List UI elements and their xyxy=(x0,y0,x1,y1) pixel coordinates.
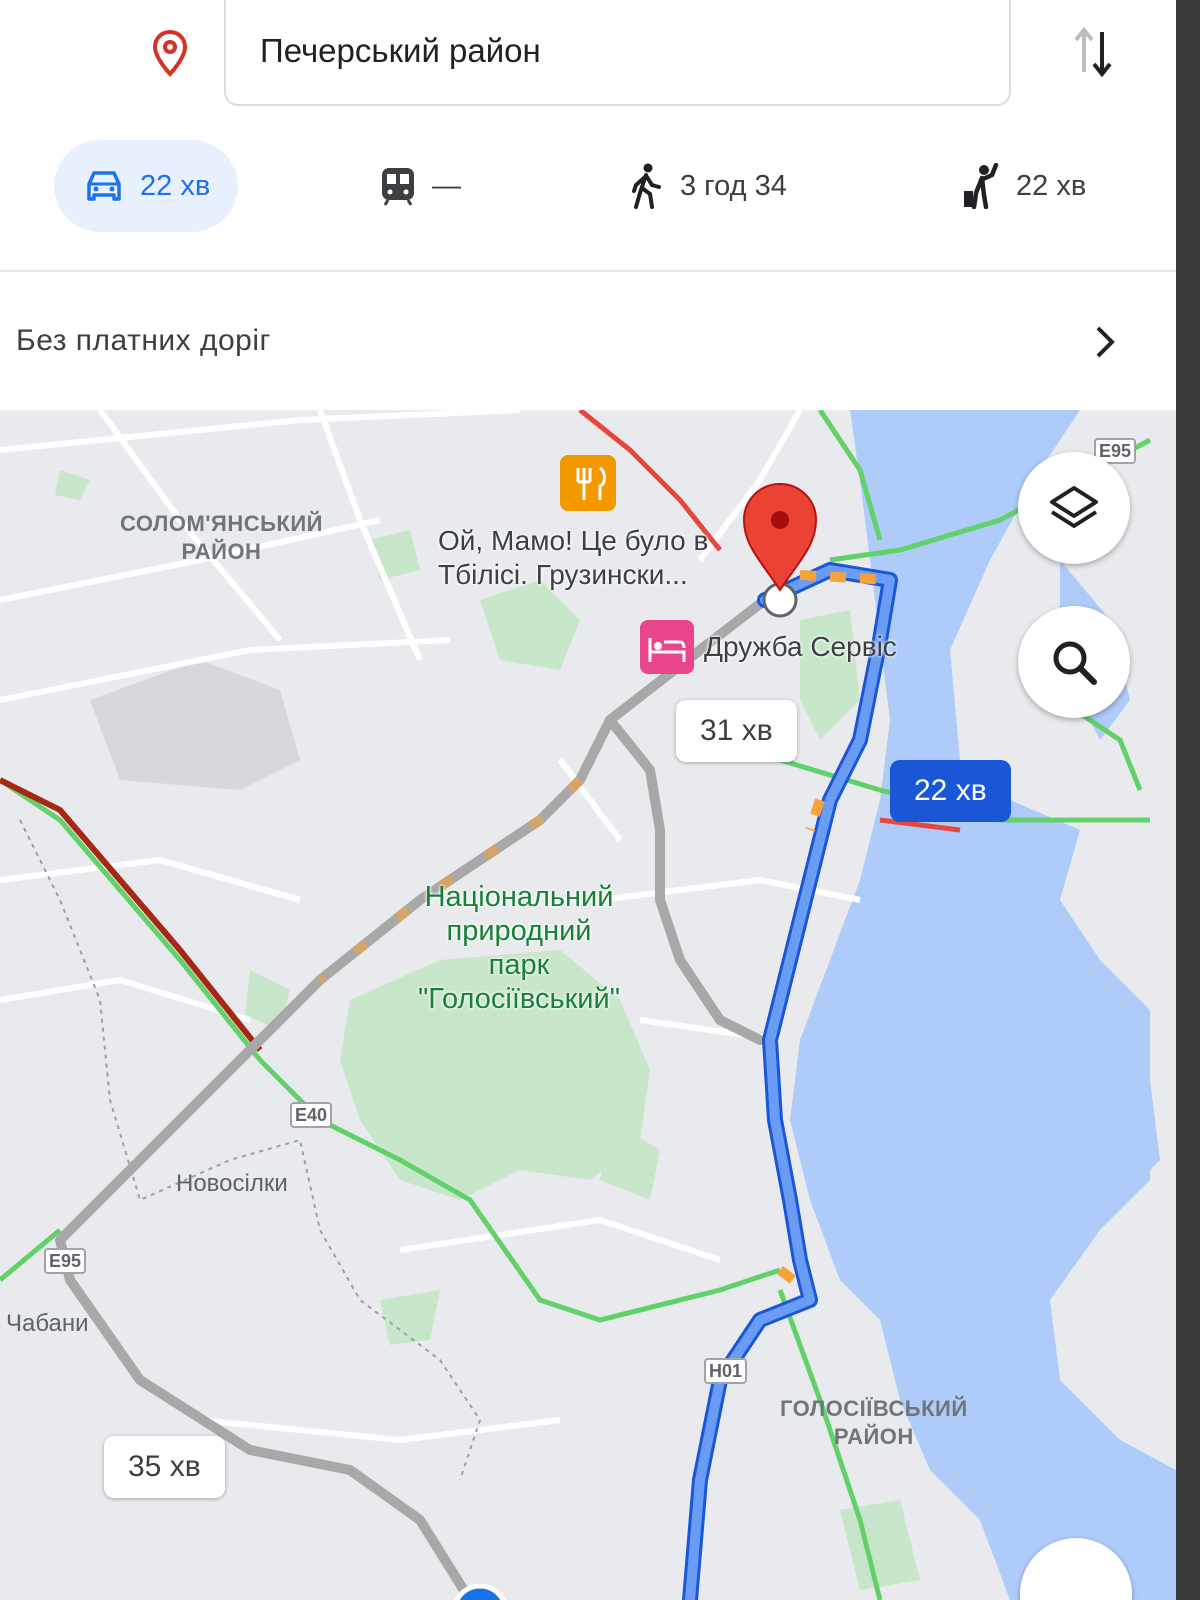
search-button[interactable] xyxy=(1018,606,1130,718)
label-novosilky: Новосілки xyxy=(176,1170,288,1197)
map-view[interactable]: СОЛОМ'ЯНСЬКИЙ РАЙОН ГОЛОСІЇВСЬКИЙ РАЙОН … xyxy=(0,410,1176,1600)
directions-panel: Печерський район 22 хв — 3 год 34 22 хв xyxy=(0,0,1176,270)
mode-transit[interactable]: — xyxy=(380,140,461,232)
mode-walk-time: 3 год 34 xyxy=(680,169,787,202)
avoid-tolls-label: Без платних доріг xyxy=(16,324,271,357)
mode-transit-time: — xyxy=(432,169,461,202)
mode-ride[interactable]: 22 хв xyxy=(962,140,1086,232)
label-chabany: Чабани xyxy=(6,1310,89,1337)
chevron-right-icon xyxy=(1096,326,1115,358)
search-icon xyxy=(1053,641,1097,685)
walk-icon xyxy=(632,163,661,209)
route-options-row[interactable]: Без платних доріг xyxy=(0,272,1176,410)
car-icon xyxy=(87,171,121,201)
screen-edge xyxy=(1176,0,1200,1600)
label-solomyanskyi-text: СОЛОМ'ЯНСЬКИЙ РАЙОН xyxy=(120,511,323,564)
label-holosiivskyi: ГОЛОСІЇВСЬКИЙ РАЙОН xyxy=(780,1395,968,1451)
train-icon xyxy=(382,168,414,206)
label-restaurant-text: Ой, Мамо! Це було в Тбілісі. Грузински..… xyxy=(438,525,709,590)
ride-hail-icon xyxy=(964,163,999,209)
label-park: Національний природний парк "Голосіївськ… xyxy=(418,880,620,1016)
shield-e95: E95 xyxy=(44,1248,87,1274)
route-time-alt1[interactable]: 31 хв xyxy=(676,700,797,762)
mode-drive-time: 22 хв xyxy=(140,169,211,202)
destination-pin-icon xyxy=(152,29,188,77)
destination-input[interactable]: Печерський район xyxy=(224,0,1011,106)
label-solomyanskyi: СОЛОМ'ЯНСЬКИЙ РАЙОН xyxy=(120,510,323,566)
travel-modes: 22 хв — 3 год 34 22 хв xyxy=(0,140,1176,240)
restaurant-icon xyxy=(560,455,616,511)
destination-marker xyxy=(742,482,818,618)
swap-directions-icon[interactable] xyxy=(1068,22,1120,82)
mode-ride-time: 22 хв xyxy=(1016,169,1087,202)
mode-walk[interactable]: 3 год 34 xyxy=(628,140,787,232)
shield-e40: E40 xyxy=(290,1102,333,1128)
park-small-6 xyxy=(840,1500,920,1590)
destination-text: Печерський район xyxy=(260,32,541,69)
label-holosiivskyi-text: ГОЛОСІЇВСЬКИЙ РАЙОН xyxy=(780,1396,968,1449)
route-time-primary[interactable]: 22 хв xyxy=(890,760,1011,822)
park-small-5 xyxy=(380,1290,440,1345)
park-small-4 xyxy=(600,1120,660,1200)
hotel-icon xyxy=(640,620,694,674)
layers-button[interactable] xyxy=(1018,452,1130,564)
shield-h01: H01 xyxy=(704,1358,748,1384)
gray-area xyxy=(90,660,300,790)
layers-icon xyxy=(1050,486,1098,528)
park-north xyxy=(480,580,580,670)
mode-drive[interactable]: 22 хв xyxy=(54,140,239,232)
label-hotel[interactable]: Дружба Сервіс xyxy=(704,630,897,664)
route-time-alt2[interactable]: 35 хв xyxy=(104,1436,225,1498)
label-park-text: Національний природний парк "Голосіївськ… xyxy=(418,881,620,1015)
park-small-1 xyxy=(55,470,90,500)
label-restaurant[interactable]: Ой, Мамо! Це було в Тбілісі. Грузински..… xyxy=(438,524,708,592)
